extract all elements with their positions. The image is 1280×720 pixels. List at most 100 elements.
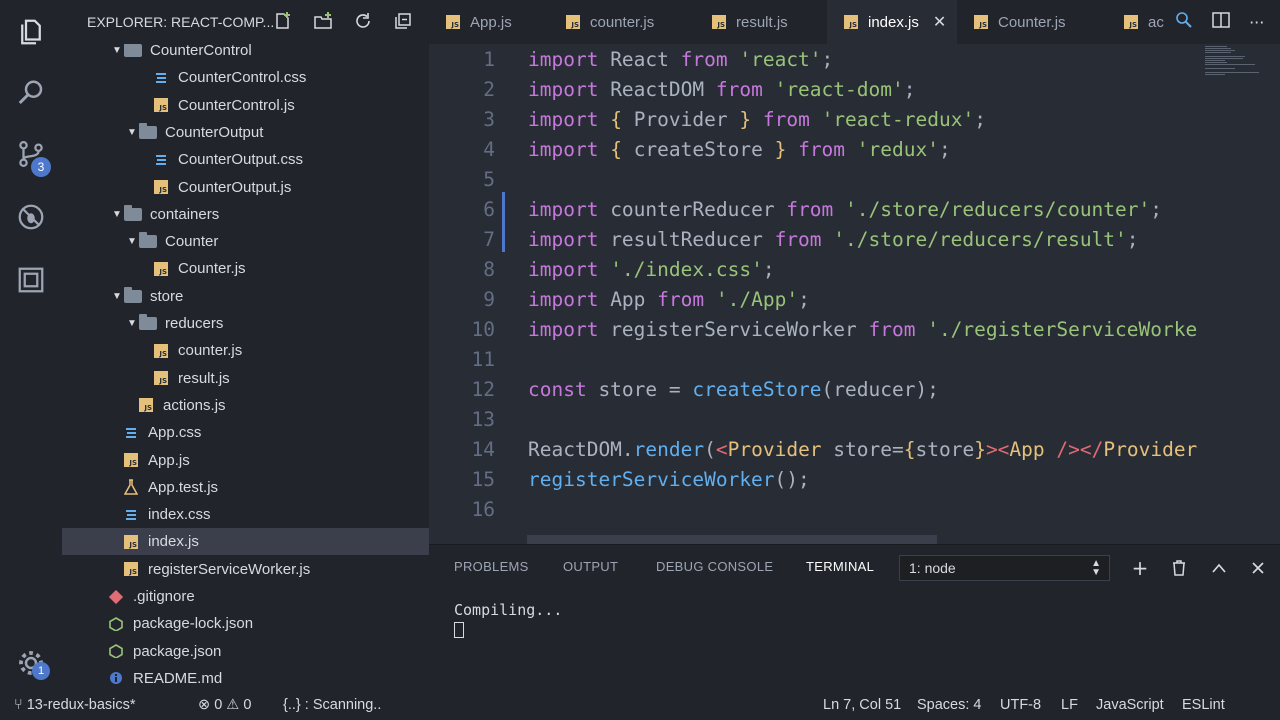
code-editor[interactable]: 1 import React from 'react'; 2 import Reac… bbox=[429, 44, 1280, 544]
tab-label: App.js bbox=[470, 13, 512, 31]
indentation[interactable]: Spaces: 4 bbox=[917, 697, 982, 713]
tree-item-label: counter.js bbox=[178, 342, 243, 360]
folder-icon bbox=[139, 122, 157, 140]
tree-item-label: .gitignore bbox=[133, 588, 195, 605]
tab-problems[interactable]: PROBLEMS bbox=[454, 559, 529, 574]
tree-item[interactable]: package-lock.json bbox=[62, 610, 429, 637]
explorer-icon[interactable] bbox=[0, 7, 62, 57]
tree-item[interactable]: JS Counter.js bbox=[62, 255, 429, 282]
tree-item[interactable]: ▼ containers bbox=[62, 201, 429, 228]
collapse-all-icon[interactable] bbox=[392, 10, 414, 32]
tree-item[interactable]: JS actions.js bbox=[62, 392, 429, 419]
git-branch-icon: ⑂ bbox=[14, 697, 27, 713]
tab-terminal[interactable]: TERMINAL bbox=[806, 559, 874, 574]
source-control-icon[interactable] bbox=[0, 129, 62, 179]
tree-item-label: CounterOutput.js bbox=[178, 178, 292, 196]
js-file-icon: JS bbox=[712, 15, 726, 29]
tree-item-label: package.json bbox=[133, 642, 222, 660]
js-file-icon: JS bbox=[152, 343, 170, 359]
tree-item-label: actions.js bbox=[163, 396, 226, 414]
tab-debug-console[interactable]: DEBUG CONSOLE bbox=[656, 559, 773, 574]
line-ending[interactable]: LF bbox=[1061, 697, 1078, 713]
folder-icon bbox=[139, 314, 157, 332]
search-icon[interactable] bbox=[0, 68, 62, 118]
horizontal-scrollbar[interactable] bbox=[527, 535, 937, 544]
branch-indicator[interactable]: ⑂ 13-redux-basics* bbox=[14, 697, 136, 713]
terminal-select[interactable]: 1: node ▲ ▼ bbox=[899, 555, 1110, 581]
maximize-panel-icon[interactable] bbox=[1208, 557, 1230, 579]
test-file-icon bbox=[122, 479, 140, 496]
tree-item[interactable]: JS App.js bbox=[62, 447, 429, 474]
close-icon[interactable]: ✕ bbox=[933, 12, 946, 32]
tree-item[interactable]: JS CounterOutput.js bbox=[62, 174, 429, 201]
tab-counter-js[interactable]: JS counter.js bbox=[549, 0, 695, 44]
folder-icon bbox=[124, 204, 142, 222]
js-file-icon: JS bbox=[122, 561, 140, 577]
tree-item[interactable]: package.json bbox=[62, 638, 429, 665]
tree-item-label: store bbox=[150, 287, 184, 305]
tab-app-js[interactable]: JS App.js bbox=[429, 0, 549, 44]
tree-item[interactable]: ▼ store bbox=[62, 283, 429, 310]
minimap-line bbox=[1205, 48, 1231, 49]
tree-item[interactable]: JS index.js bbox=[62, 528, 429, 556]
tab-index-js[interactable]: JS index.js ✕ bbox=[827, 0, 957, 44]
tree-item[interactable]: App.test.js bbox=[62, 474, 429, 501]
more-actions-icon[interactable]: ··· bbox=[1249, 13, 1264, 32]
scanning-status: {..} : Scanning.. bbox=[283, 697, 382, 713]
code-line: 3 import { Provider } from 'react-redux'; bbox=[483, 107, 986, 131]
gear-icon[interactable] bbox=[0, 638, 62, 688]
close-panel-icon[interactable] bbox=[1247, 557, 1269, 579]
tree-item-label: index.css bbox=[148, 506, 211, 524]
css-file-icon bbox=[152, 70, 170, 86]
tree-item[interactable]: ▼ reducers bbox=[62, 310, 429, 337]
code-line: 14 ReactDOM.render(<Provider store={store… bbox=[471, 437, 1198, 461]
tree-item[interactable]: JS result.js bbox=[62, 365, 429, 392]
folder-icon bbox=[124, 41, 142, 59]
tree-item-label: App.css bbox=[148, 424, 202, 442]
tree-item[interactable]: JS CounterControl.js bbox=[62, 92, 429, 119]
tree-item-label: registerServiceWorker.js bbox=[148, 560, 311, 578]
encoding[interactable]: UTF-8 bbox=[1000, 697, 1041, 713]
tree-item[interactable]: App.css bbox=[62, 419, 429, 446]
tree-item[interactable]: index.css bbox=[62, 501, 429, 528]
css-file-icon bbox=[122, 425, 140, 441]
tree-item[interactable]: ▼ Counter bbox=[62, 228, 429, 255]
tab-counter-component-js[interactable]: JS Counter.js bbox=[957, 0, 1107, 44]
minimap-line bbox=[1205, 56, 1245, 57]
extensions-icon[interactable] bbox=[0, 255, 62, 305]
refresh-icon[interactable] bbox=[352, 10, 374, 32]
activity-bar: 3 1 bbox=[0, 0, 62, 692]
compare-icon[interactable] bbox=[1175, 11, 1193, 33]
eslint-status[interactable]: ESLint bbox=[1182, 697, 1225, 713]
minimap-line bbox=[1205, 58, 1243, 59]
tree-item[interactable]: README.md bbox=[62, 665, 429, 692]
tree-item[interactable]: CounterControl.css bbox=[62, 64, 429, 91]
tree-item-label: README.md bbox=[133, 669, 223, 687]
new-terminal-icon[interactable]: + bbox=[1129, 556, 1151, 580]
language-mode[interactable]: JavaScript bbox=[1096, 697, 1164, 713]
split-editor-icon[interactable] bbox=[1212, 11, 1230, 33]
tree-item[interactable]: CounterOutput.css bbox=[62, 146, 429, 173]
npm-package-icon bbox=[107, 616, 125, 632]
code-line: 1 import React from 'react'; bbox=[483, 47, 834, 71]
tab-output[interactable]: OUTPUT bbox=[563, 559, 618, 574]
tree-item[interactable]: .gitignore bbox=[62, 583, 429, 610]
tree-item[interactable]: JS counter.js bbox=[62, 337, 429, 364]
trash-icon[interactable] bbox=[1168, 557, 1190, 579]
js-file-icon: JS bbox=[152, 179, 170, 195]
tree-item[interactable]: ▼ CounterOutput bbox=[62, 119, 429, 146]
debug-icon[interactable] bbox=[0, 192, 62, 242]
tab-result-js[interactable]: JS result.js bbox=[695, 0, 827, 44]
js-file-icon: JS bbox=[122, 452, 140, 468]
js-file-icon: JS bbox=[1124, 15, 1138, 29]
new-file-icon[interactable] bbox=[272, 10, 294, 32]
cursor-position[interactable]: Ln 7, Col 51 bbox=[823, 697, 901, 713]
new-folder-icon[interactable] bbox=[312, 10, 334, 32]
tree-item-label: Counter bbox=[165, 233, 219, 251]
explorer-title: EXPLORER: REACT-COMP... bbox=[87, 14, 275, 30]
problems-indicator[interactable]: ⊗ 0 ⚠ 0 bbox=[198, 697, 251, 713]
minimap[interactable] bbox=[1205, 44, 1265, 84]
minimap-line bbox=[1205, 52, 1231, 53]
scm-badge: 3 bbox=[31, 157, 51, 177]
tree-item[interactable]: JS registerServiceWorker.js bbox=[62, 556, 429, 583]
